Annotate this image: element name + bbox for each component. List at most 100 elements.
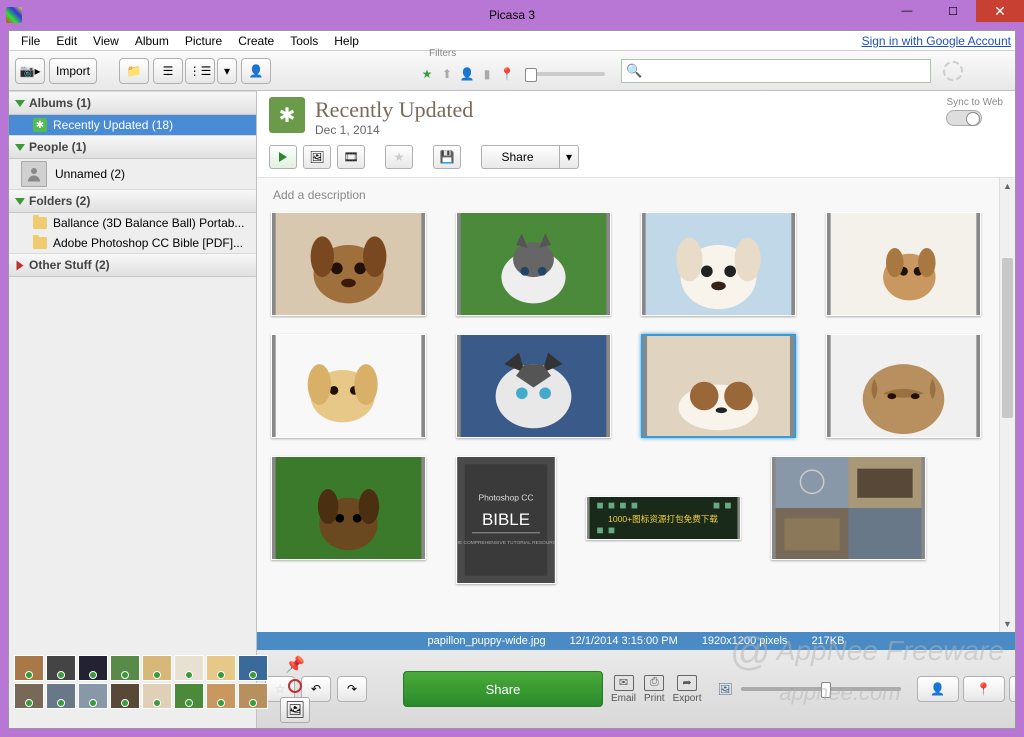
filter-star-icon[interactable]: ★ <box>419 66 435 82</box>
thumbnail[interactable] <box>271 456 426 560</box>
tray-thumb[interactable] <box>174 655 204 681</box>
scroll-up-icon[interactable]: ▲ <box>1000 178 1015 194</box>
tray-thumb[interactable] <box>142 655 172 681</box>
thumbnail[interactable] <box>271 212 426 316</box>
create-collage-button[interactable]: 🖼 <box>303 145 331 169</box>
sidebar-albums-header[interactable]: Albums (1) <box>9 91 256 115</box>
menu-create[interactable]: Create <box>230 32 282 50</box>
filter-slider[interactable] <box>525 72 605 76</box>
filter-movie-icon[interactable]: ▮ <box>479 66 495 82</box>
tray-thumb[interactable] <box>14 655 44 681</box>
sidebar-item-folder[interactable]: Ballance (3D Balance Ball) Portab... <box>9 213 256 233</box>
zoom-slider[interactable] <box>741 687 901 691</box>
menu-help[interactable]: Help <box>326 32 367 50</box>
thumbnail[interactable] <box>771 456 926 560</box>
more-button[interactable] <box>1009 676 1015 702</box>
album-large-icon: ✱ <box>269 97 305 133</box>
menu-tools[interactable]: Tools <box>282 32 326 50</box>
chevron-right-icon <box>17 260 24 270</box>
description-input[interactable]: Add a description <box>271 184 985 212</box>
thumbnail[interactable] <box>826 212 981 316</box>
tray-thumb[interactable] <box>46 683 76 709</box>
view-tree-button[interactable]: ⋮☰ <box>185 58 215 84</box>
share-dropdown-button[interactable]: ▾ <box>559 145 579 169</box>
maximize-button[interactable]: ☐ <box>930 0 976 22</box>
thumbnail[interactable]: Photoshop CCBIBLETHE COMPREHENSIVE TUTOR… <box>456 456 556 584</box>
share-big-button[interactable]: Share <box>403 671 603 707</box>
menu-view[interactable]: View <box>85 32 127 50</box>
view-list-button[interactable]: ☰ <box>153 58 183 84</box>
tray-thumb[interactable] <box>206 655 236 681</box>
close-button[interactable]: ✕ <box>976 0 1024 22</box>
main-toolbar: 📷▸ Import 📁 ☰ ⋮☰ ▾ 👤 Filters ★ ⬆ 👤 ▮ 📍 🔍 <box>9 51 1015 91</box>
tray-thumb[interactable] <box>110 655 140 681</box>
scroll-down-icon[interactable]: ▼ <box>1000 616 1015 632</box>
avatar-placeholder-icon <box>21 161 47 187</box>
tray-thumb[interactable] <box>46 655 76 681</box>
content-area: ✱ Recently Updated Dec 1, 2014 Sync to W… <box>257 91 1015 728</box>
menu-album[interactable]: Album <box>127 32 177 50</box>
thumbnail[interactable] <box>641 212 796 316</box>
tray-thumb[interactable] <box>238 655 268 681</box>
filter-upload-icon[interactable]: ⬆ <box>439 66 455 82</box>
add-folder-button[interactable]: 📁 <box>119 58 149 84</box>
thumbnail[interactable] <box>271 334 426 438</box>
tray-thumb[interactable] <box>14 683 44 709</box>
import-button[interactable]: Import <box>49 58 97 84</box>
menu-picture[interactable]: Picture <box>177 32 230 50</box>
sidebar-item-unnamed[interactable]: Unnamed (2) <box>9 159 256 189</box>
thumbnail[interactable] <box>456 334 611 438</box>
play-slideshow-button[interactable] <box>269 145 297 169</box>
tray-thumb[interactable] <box>174 683 204 709</box>
svg-text:BIBLE: BIBLE <box>482 510 530 529</box>
rotate-right-button[interactable]: ↷ <box>337 676 367 702</box>
album-title: Recently Updated <box>315 97 473 123</box>
view-dropdown-button[interactable]: ▾ <box>217 58 237 84</box>
clear-tray-button[interactable] <box>288 679 302 693</box>
tray-thumb[interactable] <box>110 683 140 709</box>
people-button[interactable]: 👤 <box>241 58 271 84</box>
camera-dropdown-button[interactable]: 📷▸ <box>15 58 45 84</box>
thumbnail-area: Add a description Photoshop CCBIBLETHE C… <box>257 178 999 632</box>
sidebar-people-header[interactable]: People (1) <box>9 135 256 159</box>
signin-link[interactable]: Sign in with Google Account <box>862 34 1011 48</box>
tray-thumb[interactable] <box>206 683 236 709</box>
thumbnail[interactable]: 1000+图标资源打包免费下载 <box>586 496 741 540</box>
star-button[interactable]: ★ <box>385 145 413 169</box>
menu-edit[interactable]: Edit <box>48 32 85 50</box>
tray-thumbnails <box>14 655 274 709</box>
scrollbar-thumb[interactable] <box>1002 258 1013 418</box>
tray-thumb[interactable] <box>142 683 172 709</box>
sync-toggle[interactable] <box>946 110 982 126</box>
minimize-button[interactable]: — <box>884 0 930 22</box>
search-input[interactable]: 🔍 <box>621 59 931 83</box>
thumbnail[interactable] <box>456 212 611 316</box>
thumbnail[interactable] <box>641 334 796 438</box>
statusbar: papillon_puppy-wide.jpg 12/1/2014 3:15:0… <box>257 632 1015 650</box>
sidebar-folders-header[interactable]: Folders (2) <box>9 189 256 213</box>
hold-button[interactable]: 🖼 <box>280 697 310 723</box>
filter-geo-icon[interactable]: 📍 <box>499 66 515 82</box>
tray-thumb[interactable] <box>78 655 108 681</box>
menu-file[interactable]: File <box>13 32 48 50</box>
tray-thumb[interactable] <box>238 683 268 709</box>
sidebar-item-folder[interactable]: Adobe Photoshop CC Bible [PDF]... <box>9 233 256 253</box>
pin-icon[interactable]: 📌 <box>285 655 305 675</box>
create-movie-button[interactable]: 🎞 <box>337 145 365 169</box>
save-button[interactable]: 💾 <box>433 145 461 169</box>
photo-tray: ☆ ↶ ↷ Share ✉ Email ⎙ Print <box>257 650 1015 728</box>
thumbnail[interactable] <box>826 334 981 438</box>
print-icon: ⎙ <box>644 675 664 691</box>
print-button[interactable]: ⎙ Print <box>644 675 665 704</box>
export-button[interactable]: ➦ Export <box>673 675 702 704</box>
tray-thumb[interactable] <box>78 683 108 709</box>
filters-label: Filters <box>429 48 456 59</box>
sidebar-item-recently-updated[interactable]: ✱ Recently Updated (18) <box>9 115 256 135</box>
filter-face-icon[interactable]: 👤 <box>459 66 475 82</box>
scrollbar[interactable]: ▲ ▼ <box>999 178 1015 632</box>
email-button[interactable]: ✉ Email <box>611 675 636 704</box>
tag-people-button[interactable]: 👤 <box>917 676 959 702</box>
share-button[interactable]: Share <box>481 145 559 169</box>
sidebar-other-header[interactable]: Other Stuff (2) <box>9 253 256 277</box>
geotag-button[interactable]: 📍 <box>963 676 1005 702</box>
